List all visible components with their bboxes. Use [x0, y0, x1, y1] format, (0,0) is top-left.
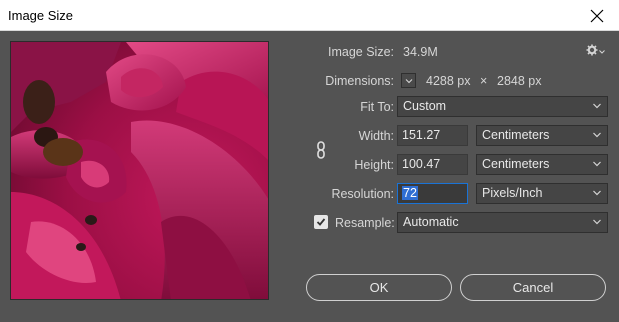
resolution-unit-value: Pixels/Inch	[482, 186, 543, 200]
resample-value: Automatic	[403, 215, 459, 229]
cancel-button[interactable]: Cancel	[460, 274, 606, 301]
resolution-input[interactable]: 72	[397, 183, 468, 204]
chevron-down-icon	[593, 103, 601, 109]
dimensions-separator: ×	[480, 74, 488, 88]
height-input[interactable]: 100.47	[397, 154, 468, 175]
chevron-down-icon	[593, 190, 601, 196]
resample-label: Resample:	[335, 216, 395, 230]
cancel-button-label: Cancel	[512, 280, 554, 295]
dimensions-width-value: 4288 px	[426, 74, 471, 88]
close-icon	[590, 9, 604, 22]
resolution-label: Resolution:	[331, 187, 394, 201]
width-unit-select[interactable]: Centimeters	[476, 125, 608, 146]
close-button[interactable]	[575, 0, 619, 31]
width-unit-value: Centimeters	[482, 128, 550, 142]
height-label: Height:	[354, 158, 394, 172]
settings-gear-button[interactable]	[586, 44, 605, 56]
resolution-value: 72	[402, 186, 418, 200]
fit-to-value: Custom	[403, 99, 447, 113]
ok-button-label: OK	[369, 280, 389, 295]
width-input[interactable]: 151.27	[397, 125, 468, 146]
width-value: 151.27	[402, 128, 441, 142]
flower-image	[11, 42, 268, 299]
dimensions-height-value: 2848 px	[497, 74, 542, 88]
link-chain-icon	[317, 141, 325, 159]
fit-to-label: Fit To:	[360, 100, 394, 114]
resolution-unit-select[interactable]: Pixels/Inch	[476, 183, 608, 204]
dimensions-units-dropdown[interactable]	[401, 73, 416, 88]
chevron-down-icon	[593, 219, 601, 225]
chevron-down-icon	[593, 132, 601, 138]
resample-select[interactable]: Automatic	[397, 212, 608, 233]
check-icon	[316, 218, 326, 226]
width-label: Width:	[358, 129, 394, 143]
image-size-value: 34.9M	[403, 45, 438, 59]
chevron-down-icon	[593, 161, 601, 167]
chevron-down-icon	[405, 78, 412, 83]
height-unit-select[interactable]: Centimeters	[476, 154, 608, 175]
fit-to-select[interactable]: Custom	[397, 96, 608, 117]
chevron-down-icon	[599, 50, 605, 54]
image-preview[interactable]	[10, 41, 269, 300]
window-title: Image Size	[8, 8, 74, 23]
resample-checkbox[interactable]	[314, 215, 328, 229]
height-value: 100.47	[402, 157, 441, 171]
image-size-label: Image Size:	[327, 45, 394, 59]
title-bar: Image Size	[0, 0, 619, 31]
constrain-proportions-toggle[interactable]	[316, 141, 326, 162]
height-unit-value: Centimeters	[482, 157, 550, 171]
dimensions-label: Dimensions:	[325, 74, 394, 88]
ok-button[interactable]: OK	[306, 274, 452, 301]
gear-icon	[586, 44, 598, 56]
